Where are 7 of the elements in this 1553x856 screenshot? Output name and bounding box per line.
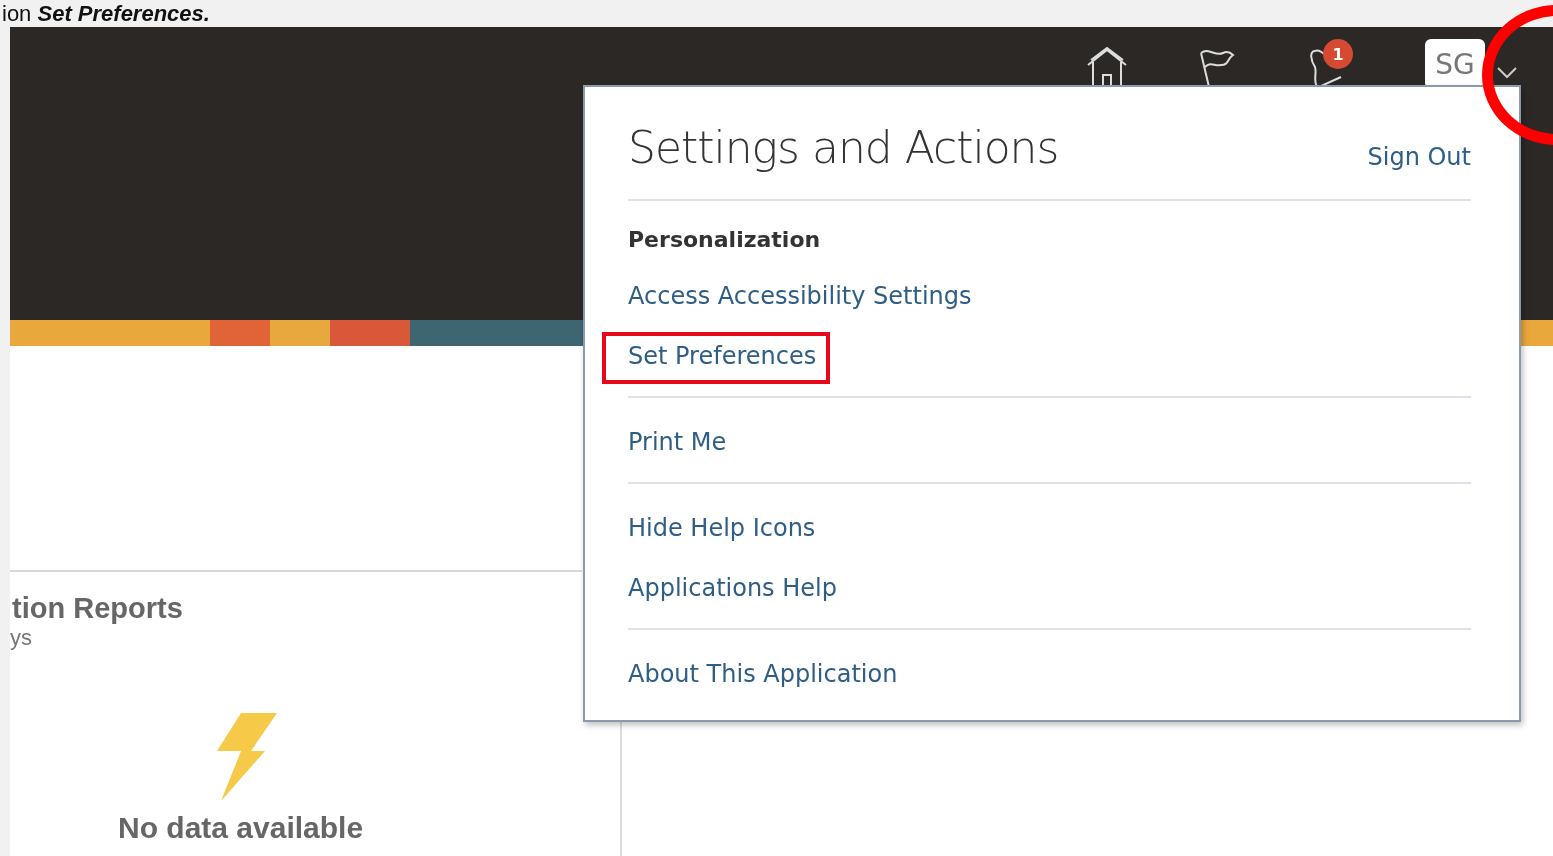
notification-badge: 1 (1323, 39, 1353, 69)
instruction-text: ion Set Preferences. (1, 0, 211, 27)
menu-title: Settings and Actions (628, 122, 1059, 173)
panel-title: tion Reports (12, 592, 183, 625)
panel-subtitle: ys (10, 625, 32, 651)
empty-message: No data available (118, 811, 364, 845)
section-heading: Personalization (628, 226, 821, 252)
